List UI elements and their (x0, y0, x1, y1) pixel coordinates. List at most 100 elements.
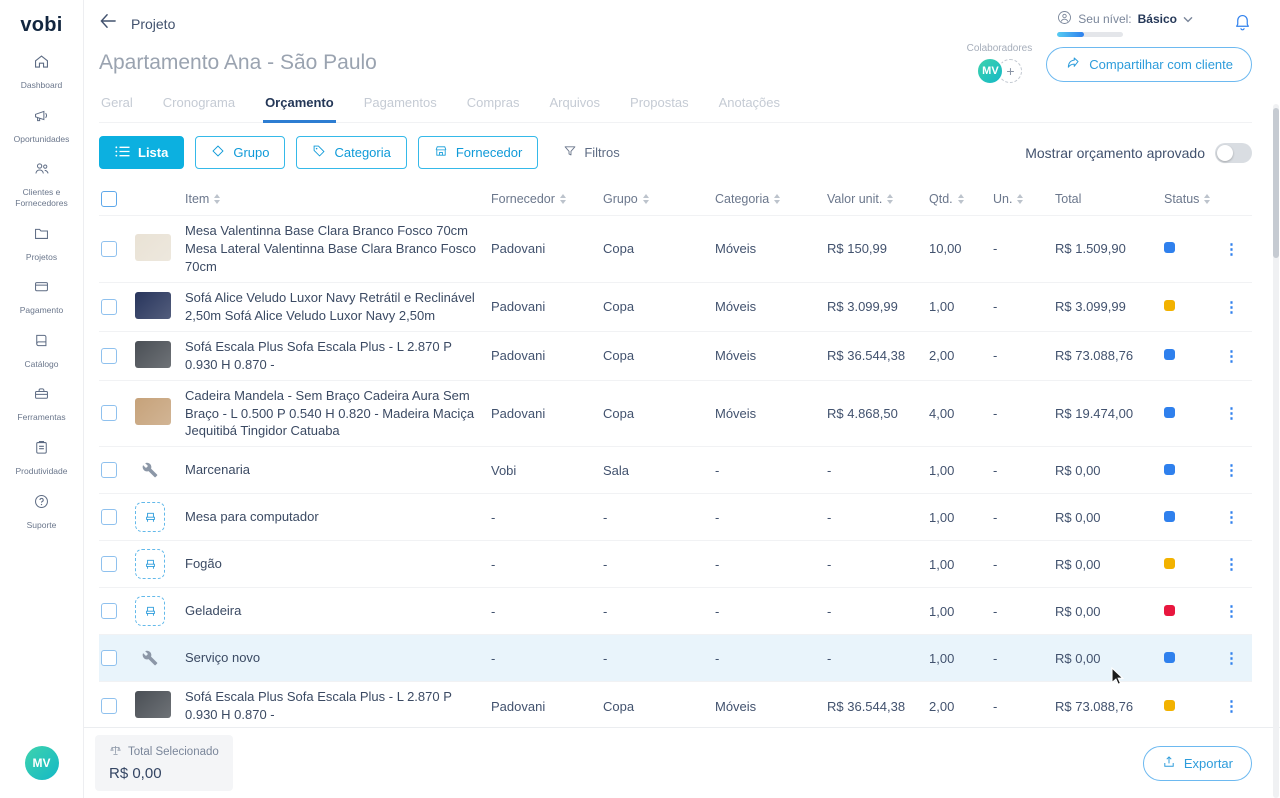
list-icon (115, 145, 130, 161)
sort-icon[interactable] (1204, 194, 1210, 204)
notifications-button[interactable] (1233, 12, 1252, 36)
category-cell: - (715, 510, 827, 525)
row-checkbox[interactable] (101, 241, 117, 257)
sidebar-item-suporte[interactable]: Suporte (0, 485, 83, 539)
tab-orçamento[interactable]: Orçamento (263, 95, 336, 123)
sidebar-item-catalogo[interactable]: Catálogo (0, 324, 83, 378)
sidebar-item-dashboard[interactable]: Dashboard (0, 45, 83, 99)
row-checkbox[interactable] (101, 405, 117, 421)
sort-icon[interactable] (560, 194, 566, 204)
sidebar-item-ferramentas[interactable]: Ferramentas (0, 377, 83, 431)
column-header-categoria[interactable]: Categoria (715, 192, 827, 206)
row-menu-button[interactable]: ⋮ (1218, 698, 1245, 715)
table-row[interactable]: Fogão----1,00-R$ 0,00⋮ (99, 541, 1252, 588)
view-button-fornecedor[interactable]: Fornecedor (418, 136, 538, 169)
row-menu-button[interactable]: ⋮ (1218, 509, 1245, 526)
row-menu-button[interactable]: ⋮ (1218, 462, 1245, 479)
row-menu-button[interactable]: ⋮ (1218, 299, 1245, 316)
row-checkbox[interactable] (101, 348, 117, 364)
catalog-placeholder-icon (135, 502, 165, 532)
breadcrumb: Projeto (131, 16, 175, 32)
product-thumbnail (135, 234, 171, 261)
column-header-status[interactable]: Status (1164, 192, 1218, 206)
row-checkbox[interactable] (101, 509, 117, 525)
sort-icon[interactable] (958, 194, 964, 204)
sidebar-item-projetos[interactable]: Projetos (0, 217, 83, 271)
export-button[interactable]: Exportar (1143, 746, 1252, 781)
row-menu-button[interactable]: ⋮ (1218, 405, 1245, 422)
table-row[interactable]: Geladeira----1,00-R$ 0,00⋮ (99, 588, 1252, 635)
table-row[interactable]: Sofá Escala Plus Sofa Escala Plus - L 2.… (99, 682, 1252, 727)
column-header-un[interactable]: Un. (993, 192, 1055, 206)
category-cell: Móveis (715, 406, 827, 421)
row-menu-button[interactable]: ⋮ (1218, 650, 1245, 667)
column-header-item[interactable]: Item (185, 192, 491, 206)
sort-icon[interactable] (1017, 194, 1023, 204)
show-approved-toggle[interactable] (1215, 143, 1252, 163)
unit-cell: - (993, 510, 1055, 525)
tab-arquivos[interactable]: Arquivos (547, 95, 602, 122)
table-row[interactable]: Mesa para computador----1,00-R$ 0,00⋮ (99, 494, 1252, 541)
share-with-client-button[interactable]: Compartilhar com cliente (1046, 47, 1252, 82)
tab-compras[interactable]: Compras (465, 95, 522, 122)
sidebar-item-oportunidades[interactable]: Oportunidades (0, 99, 83, 153)
row-menu-button[interactable]: ⋮ (1218, 556, 1245, 573)
tab-geral[interactable]: Geral (99, 95, 135, 122)
sidebar-item-clientes-e-fornecedores[interactable]: Clientes e Fornecedores (0, 152, 83, 216)
sort-icon[interactable] (774, 194, 780, 204)
row-checkbox[interactable] (101, 462, 117, 478)
item-name: Mesa Valentinna Base Clara Branco Fosco … (185, 222, 491, 276)
row-checkbox[interactable] (101, 603, 117, 619)
collaborator-avatar[interactable]: MV (976, 57, 1004, 85)
level-label: Seu nível: (1078, 12, 1131, 26)
user-level-widget[interactable]: Seu nível: Básico (1057, 10, 1193, 37)
table-row[interactable]: Serviço novo----1,00-R$ 0,00⋮ (99, 635, 1252, 682)
app-window: vobi DashboardOportunidadesClientes e Fo… (0, 0, 1280, 798)
total-cell: R$ 73.088,76 (1055, 348, 1164, 363)
table-row[interactable]: Sofá Escala Plus Sofa Escala Plus - L 2.… (99, 332, 1252, 381)
sidebar-item-pagamento[interactable]: Pagamento (0, 270, 83, 324)
column-header-valor-unit[interactable]: Valor unit. (827, 192, 929, 206)
view-button-grupo[interactable]: Grupo (195, 136, 285, 169)
sidebar-item-produtividade[interactable]: Produtividade (0, 431, 83, 485)
row-menu-button[interactable]: ⋮ (1218, 603, 1245, 620)
table-row[interactable]: Cadeira Mandela - Sem Braço Cadeira Aura… (99, 381, 1252, 448)
category-cell: Móveis (715, 241, 827, 256)
status-indicator (1164, 605, 1175, 616)
row-checkbox[interactable] (101, 698, 117, 714)
row-checkbox[interactable] (101, 299, 117, 315)
scrollbar-track[interactable] (1273, 104, 1279, 798)
select-all-checkbox[interactable] (101, 191, 117, 207)
table-row[interactable]: Sofá Alice Veludo Luxor Navy Retrátil e … (99, 283, 1252, 332)
row-checkbox[interactable] (101, 556, 117, 572)
view-button-lista[interactable]: Lista (99, 136, 184, 169)
supplier-cell: Padovani (491, 348, 603, 363)
tab-propostas[interactable]: Propostas (628, 95, 691, 122)
status-indicator (1164, 300, 1175, 311)
table-row[interactable]: Mesa Valentinna Base Clara Branco Fosco … (99, 216, 1252, 283)
tab-anotações[interactable]: Anotações (717, 95, 782, 122)
user-avatar[interactable]: MV (25, 746, 59, 780)
column-header-qtd[interactable]: Qtd. (929, 192, 993, 206)
tab-cronograma[interactable]: Cronograma (161, 95, 237, 122)
table-row[interactable]: MarcenariaVobiSala--1,00-R$ 0,00⋮ (99, 447, 1252, 494)
group-cell: Copa (603, 406, 715, 421)
row-menu-button[interactable]: ⋮ (1218, 348, 1245, 365)
filters-button[interactable]: Filtros (563, 144, 619, 161)
sort-icon[interactable] (887, 194, 893, 204)
item-name: Sofá Escala Plus Sofa Escala Plus - L 2.… (185, 338, 491, 374)
scale-icon (109, 744, 122, 760)
scrollbar-thumb[interactable] (1273, 108, 1279, 258)
column-header-grupo[interactable]: Grupo (603, 192, 715, 206)
group-cell: - (603, 604, 715, 619)
item-name: Sofá Alice Veludo Luxor Navy Retrátil e … (185, 289, 491, 325)
sort-icon[interactable] (214, 194, 220, 204)
view-button-categoria[interactable]: Categoria (296, 136, 406, 169)
row-menu-button[interactable]: ⋮ (1218, 241, 1245, 258)
column-header-total[interactable]: Total (1055, 192, 1164, 206)
back-button[interactable] (99, 13, 117, 34)
sort-icon[interactable] (643, 194, 649, 204)
row-checkbox[interactable] (101, 650, 117, 666)
tab-pagamentos[interactable]: Pagamentos (362, 95, 439, 122)
column-header-fornecedor[interactable]: Fornecedor (491, 192, 603, 206)
